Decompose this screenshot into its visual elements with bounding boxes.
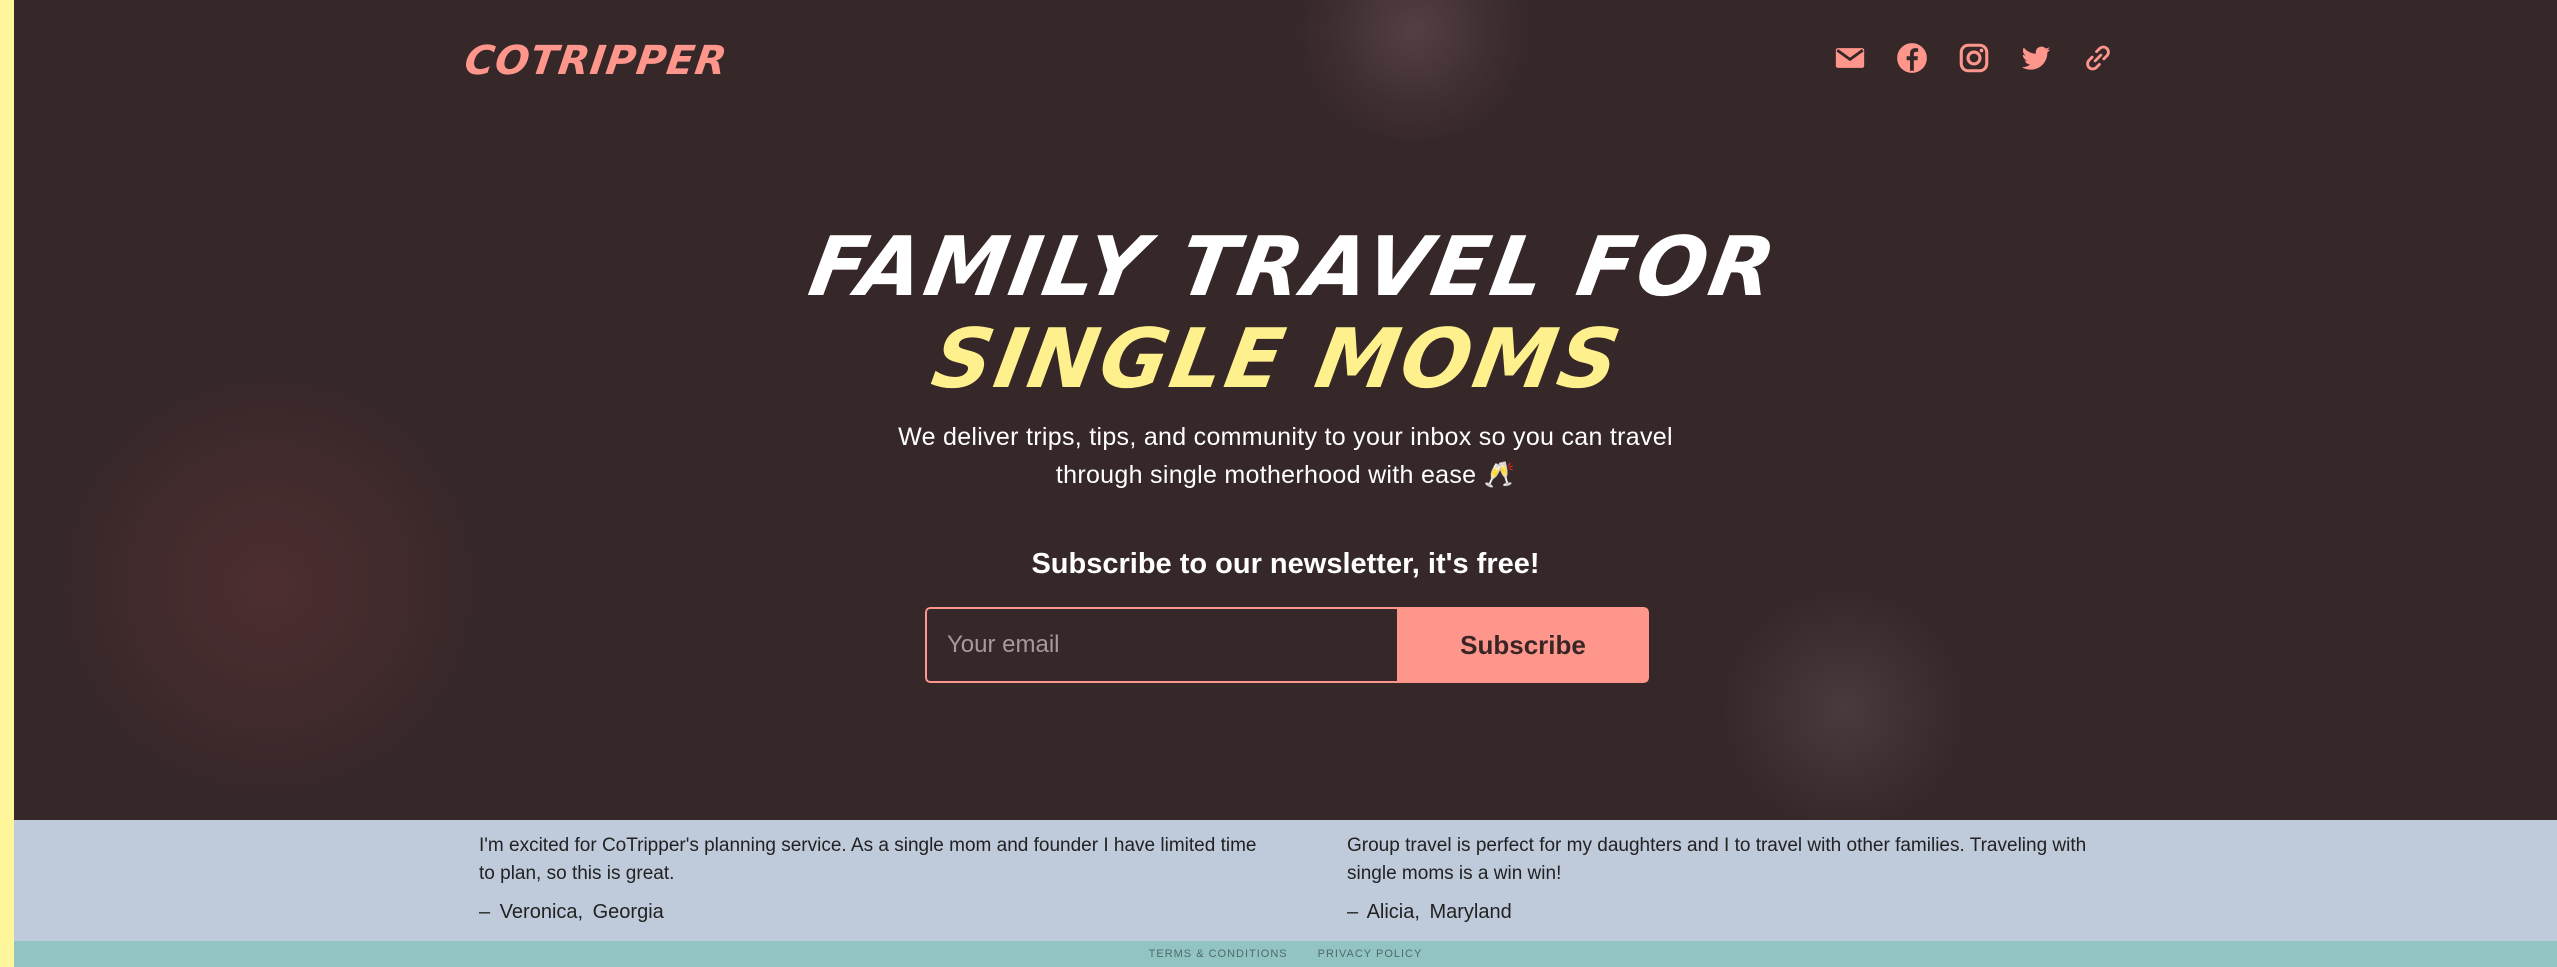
email-icon[interactable] xyxy=(1832,40,1868,76)
newsletter-title: Subscribe to our newsletter, it's free! xyxy=(1031,548,1540,580)
social-links xyxy=(1832,40,2116,76)
hero-section: COTRIPPER FAMILY TRAVEL FOR SINGLE MOMS … xyxy=(14,0,2557,820)
instagram-icon[interactable] xyxy=(1956,40,1992,76)
testimonial-card: I'm excited for CoTripper's planning ser… xyxy=(479,832,1259,924)
link-icon[interactable] xyxy=(2080,40,2116,76)
headline-line-1: FAMILY TRAVEL FOR xyxy=(802,220,1785,315)
decorative-blob xyxy=(1714,590,1974,820)
testimonials-section: I'm excited for CoTripper's planning ser… xyxy=(14,820,2557,941)
left-accent-strip xyxy=(0,0,14,967)
subscribe-button[interactable]: Subscribe xyxy=(1397,607,1649,683)
hero-headline: FAMILY TRAVEL FOR SINGLE MOMS xyxy=(14,220,2557,407)
tagline-line-1: We deliver trips, tips, and community to… xyxy=(898,423,1673,451)
hero-tagline: We deliver trips, tips, and community to… xyxy=(14,418,2557,494)
headline-line-2: SINGLE MOMS xyxy=(925,312,1630,407)
logo[interactable]: COTRIPPER xyxy=(462,38,731,84)
testimonial-card: Group travel is perfect for my daughters… xyxy=(1347,832,2127,924)
twitter-icon[interactable] xyxy=(2018,40,2054,76)
privacy-link[interactable]: PRIVACY POLICY xyxy=(1318,948,1423,960)
newsletter-form: Subscribe xyxy=(925,607,1649,683)
decorative-blob xyxy=(1284,0,1544,140)
testimonial-author: – Veronica, Georgia xyxy=(479,901,664,923)
email-input[interactable] xyxy=(925,607,1397,683)
testimonial-author: – Alicia, Maryland xyxy=(1347,901,1512,923)
testimonial-quote: Group travel is perfect for my daughters… xyxy=(1347,835,2087,884)
terms-link[interactable]: TERMS & CONDITIONS xyxy=(1149,948,1288,960)
tagline-line-2: through single motherhood with ease 🥂 xyxy=(1055,461,1516,489)
facebook-icon[interactable] xyxy=(1894,40,1930,76)
footer: TERMS & CONDITIONS PRIVACY POLICY xyxy=(14,941,2557,967)
testimonial-quote: I'm excited for CoTripper's planning ser… xyxy=(479,835,1257,884)
